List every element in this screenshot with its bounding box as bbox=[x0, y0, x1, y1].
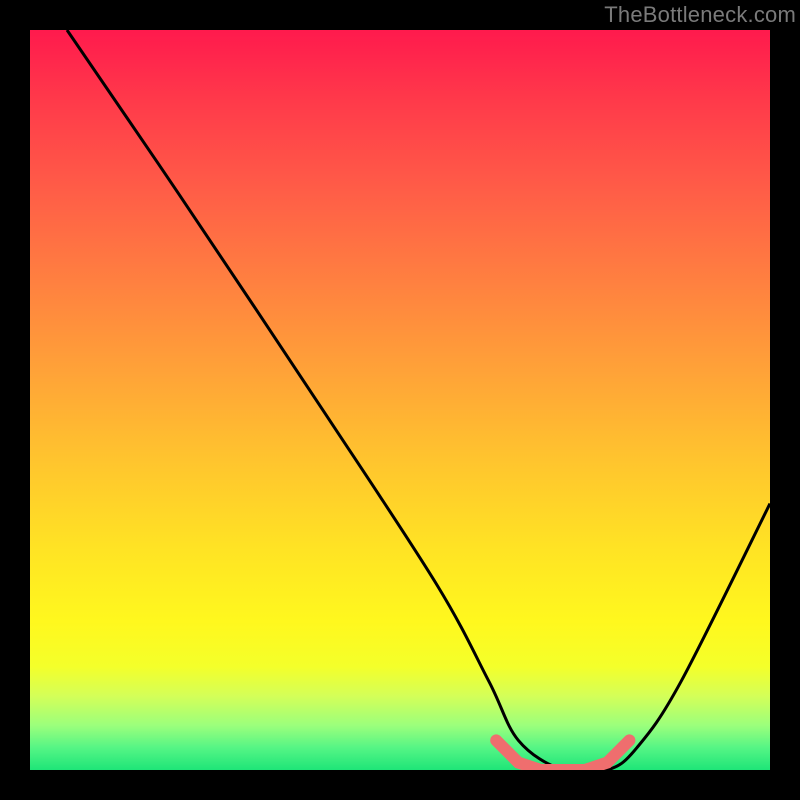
watermark-text: TheBottleneck.com bbox=[604, 2, 796, 28]
plot-area bbox=[30, 30, 770, 770]
chart-frame: { "watermark": "TheBottleneck.com", "cha… bbox=[0, 0, 800, 800]
chart-svg bbox=[30, 30, 770, 770]
optimal-marker bbox=[496, 740, 629, 770]
bottleneck-curve bbox=[67, 30, 770, 770]
